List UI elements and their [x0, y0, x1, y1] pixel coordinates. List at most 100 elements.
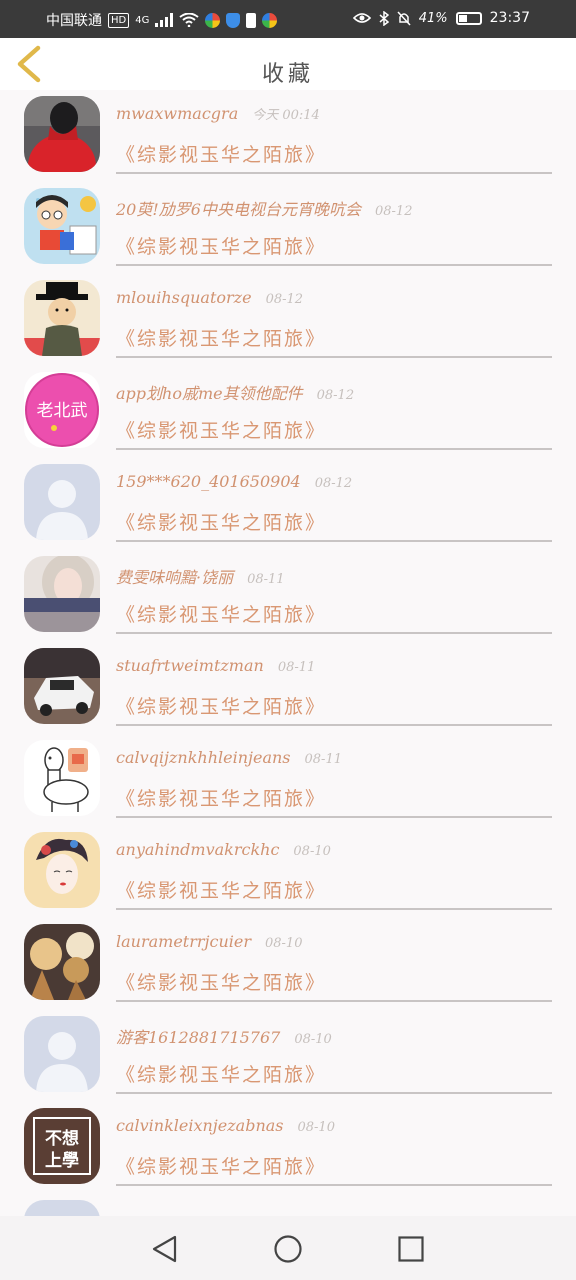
- date: 08-10: [297, 1120, 335, 1135]
- username: 159***620_401650904: [116, 472, 301, 491]
- wifi-icon: [179, 13, 199, 27]
- date: 08-11: [304, 752, 342, 767]
- list-item[interactable]: laurametrrjcuier 08-10 《综影视玉华之陌旅》: [0, 918, 576, 1010]
- list-item[interactable]: mwaxwmacgra 今天 00:14 《综影视玉华之陌旅》: [0, 90, 576, 182]
- default-avatar-icon: [24, 1200, 100, 1216]
- list-item[interactable]: 不想 上學 calvinkleixnjezabnas 08-10 《综影视玉华之陌旅…: [0, 1102, 576, 1194]
- divider: [116, 1184, 552, 1186]
- list-item[interactable]: 费雯味响黯·饶丽 08-11 《综影视玉华之陌旅》: [0, 550, 576, 642]
- list-item[interactable]: mlouihsquatorze 08-12 《综影视玉华之陌旅》: [0, 274, 576, 366]
- avatar[interactable]: [24, 96, 100, 172]
- favorite-title[interactable]: 《综影视玉华之陌旅》: [116, 1152, 326, 1179]
- favorite-title[interactable]: 《综影视玉华之陌旅》: [116, 784, 326, 811]
- avatar[interactable]: [24, 280, 100, 356]
- name-row: laurametrrjcuier 08-10: [116, 932, 302, 951]
- divider: [116, 264, 552, 266]
- avatar-text-line2: 上學: [45, 1151, 79, 1171]
- avatar-text: 老北武: [37, 401, 88, 421]
- list-item[interactable]: 159***620_401650904 08-12 《综影视玉华之陌旅》: [0, 458, 576, 550]
- username: 20萸!劢罗6中央电视台元宵晚吭会: [116, 200, 361, 219]
- network-label: 4G: [135, 14, 150, 26]
- username: calvqijznkhhleinjeans: [116, 748, 291, 767]
- divider: [116, 816, 552, 818]
- list-item[interactable]: 老北武 app划ho戚me其领他配件 08-12 《综影视玉华之陌旅》: [0, 366, 576, 458]
- name-row: 游客1612881715767 08-10: [116, 1024, 332, 1048]
- avatar[interactable]: [24, 1016, 100, 1092]
- name-row: 费雯味响黯·饶丽 08-11: [116, 564, 285, 588]
- date: 08-12: [316, 388, 355, 403]
- triangle-back-icon: [152, 1235, 177, 1263]
- favorite-title[interactable]: 《综影视玉华之陌旅》: [116, 416, 326, 443]
- username: mwaxwmacgra: [116, 104, 239, 123]
- favorite-title[interactable]: 《综影视玉华之陌旅》: [116, 508, 326, 535]
- username: calvinkleixnjezabnas: [116, 1116, 284, 1135]
- avatar[interactable]: [24, 556, 100, 632]
- list-item[interactable]: calvqijznkhhleinjeans 08-11 《综影视玉华之陌旅》: [0, 734, 576, 826]
- signal-icon: [155, 13, 174, 27]
- list-item[interactable]: anyahindmvakrckhc 08-10 《综影视玉华之陌旅》: [0, 826, 576, 918]
- favorite-title[interactable]: 《综影视玉华之陌旅》: [116, 140, 326, 167]
- divider: [116, 632, 552, 634]
- favorite-title[interactable]: 《综影视玉华之陌旅》: [116, 324, 326, 351]
- avatar[interactable]: [24, 832, 100, 908]
- nav-back-button[interactable]: [150, 1234, 180, 1264]
- date: 08-10: [264, 936, 303, 951]
- favorite-title[interactable]: 《综影视玉华之陌旅》: [116, 600, 326, 627]
- default-avatar-icon: [24, 1016, 100, 1092]
- list-item-partial[interactable]: [0, 1194, 576, 1216]
- name-row: mwaxwmacgra 今天 00:14: [116, 104, 320, 123]
- app-notification-icon: [205, 12, 221, 28]
- battery-icon: [455, 11, 482, 25]
- list-item[interactable]: stuafrtweimtzman 08-11 《综影视玉华之陌旅》: [0, 642, 576, 734]
- name-row: anyahindmvakrckhc 08-10: [116, 840, 331, 859]
- square-recents-icon: [398, 1236, 424, 1262]
- favorite-title[interactable]: 《综影视玉华之陌旅》: [116, 968, 326, 995]
- list-item[interactable]: 游客1612881715767 08-10 《综影视玉华之陌旅》: [0, 1010, 576, 1102]
- system-nav-bar: [0, 1216, 576, 1280]
- favorite-title[interactable]: 《综影视玉华之陌旅》: [116, 876, 326, 903]
- avatar-text-line1: 不想: [45, 1128, 79, 1149]
- status-right: 41% 23:37: [352, 10, 530, 26]
- avatar[interactable]: [24, 1200, 100, 1216]
- name-row: mlouihsquatorze 08-12: [116, 288, 303, 307]
- hd-badge: HD: [108, 12, 130, 28]
- list-item[interactable]: 20萸!劢罗6中央电视台元宵晚吭会 08-12 《综影视玉华之陌旅》: [0, 182, 576, 274]
- avatar[interactable]: [24, 924, 100, 1000]
- nav-recents-button[interactable]: [396, 1234, 426, 1264]
- avatar[interactable]: [24, 740, 100, 816]
- nav-home-button[interactable]: [273, 1234, 303, 1264]
- battery-level: [458, 14, 467, 22]
- page-title: 收藏: [261, 62, 314, 87]
- favorites-list[interactable]: mwaxwmacgra 今天 00:14 《综影视玉华之陌旅》 20萸!劢罗6中央…: [0, 90, 576, 1216]
- favorite-title[interactable]: 《综影视玉华之陌旅》: [116, 232, 326, 259]
- avatar[interactable]: 不想 上學: [24, 1108, 100, 1184]
- username: app划ho戚me其领他配件: [116, 384, 303, 403]
- divider: [116, 724, 552, 726]
- status-left: 中国联通 HD 4G: [46, 10, 278, 30]
- username: 费雯味响黯·饶丽: [116, 568, 234, 587]
- clock: 23:37: [489, 10, 530, 26]
- date: 08-11: [247, 572, 285, 587]
- username: mlouihsquatorze: [116, 288, 252, 307]
- shield-icon: [226, 12, 241, 28]
- avatar[interactable]: 老北武: [24, 372, 100, 448]
- favorite-title[interactable]: 《综影视玉华之陌旅》: [116, 692, 326, 719]
- date: 08-12: [265, 292, 304, 307]
- favorite-title[interactable]: 《综影视玉华之陌旅》: [116, 1060, 326, 1087]
- date: 08-10: [293, 844, 331, 859]
- mute-bell-icon: [397, 10, 411, 26]
- name-row: calvinkleixnjezabnas 08-10: [116, 1116, 335, 1135]
- divider: [116, 356, 552, 358]
- bluetooth-icon: [379, 10, 389, 26]
- app-notification-icon-2: [262, 12, 278, 28]
- divider: [116, 540, 552, 542]
- avatar[interactable]: [24, 648, 100, 724]
- divider: [116, 908, 552, 910]
- avatar[interactable]: [24, 464, 100, 540]
- name-row: stuafrtweimtzman 08-11: [116, 656, 315, 675]
- divider: [116, 448, 552, 450]
- circle-home-icon: [274, 1235, 302, 1263]
- avatar[interactable]: [24, 188, 100, 264]
- date: 08-11: [277, 660, 316, 675]
- date: 08-12: [374, 204, 413, 219]
